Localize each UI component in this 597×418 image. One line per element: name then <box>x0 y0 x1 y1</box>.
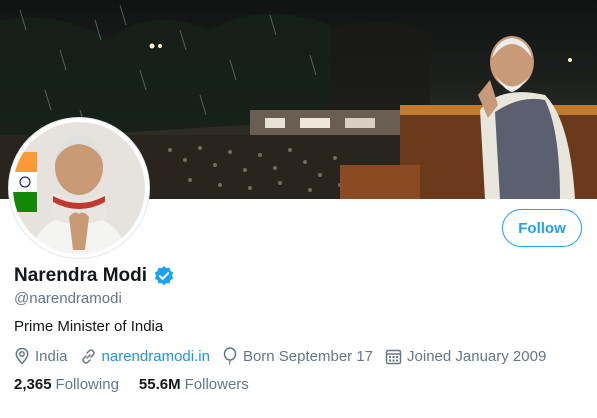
following-label: Following <box>55 376 119 393</box>
location-text: India <box>35 347 68 365</box>
profile-meta: India narendramodi.in Born September 17 … <box>14 347 558 365</box>
profile-joined: Joined January 2009 <box>385 348 546 365</box>
verified-badge-icon <box>153 265 175 287</box>
following-count: 2,365 <box>14 376 52 393</box>
follow-button-label: Follow <box>518 219 566 237</box>
balloon-icon <box>223 347 237 365</box>
profile-avatar[interactable] <box>9 118 149 258</box>
followers-label: Followers <box>184 376 249 393</box>
profile-handle: @narendramodi <box>14 290 122 307</box>
profile-bio: Prime Minister of India <box>14 318 164 335</box>
followers-count: 55.6M <box>138 376 181 393</box>
location-pin-icon <box>15 347 29 365</box>
profile-stats: 2,365 Following 55.6M Followers <box>14 376 269 393</box>
following-stat[interactable]: 2,365 Following <box>14 376 119 393</box>
profile-birthday: Born September 17 <box>222 347 373 365</box>
follow-button[interactable]: Follow <box>502 209 582 247</box>
profile-name-row: Narendra Modi <box>14 265 175 287</box>
profile-location: India <box>14 347 68 365</box>
followers-stat[interactable]: 55.6M Followers <box>139 376 249 393</box>
avatar-photo <box>13 122 145 254</box>
calendar-icon <box>385 349 402 364</box>
display-name: Narendra Modi <box>14 265 148 286</box>
link-icon <box>81 348 95 364</box>
joined-text: Joined January 2009 <box>407 347 547 365</box>
profile-website[interactable]: narendramodi.in <box>80 348 210 365</box>
birthday-text: Born September 17 <box>242 347 374 365</box>
website-link[interactable]: narendramodi.in <box>102 348 210 365</box>
